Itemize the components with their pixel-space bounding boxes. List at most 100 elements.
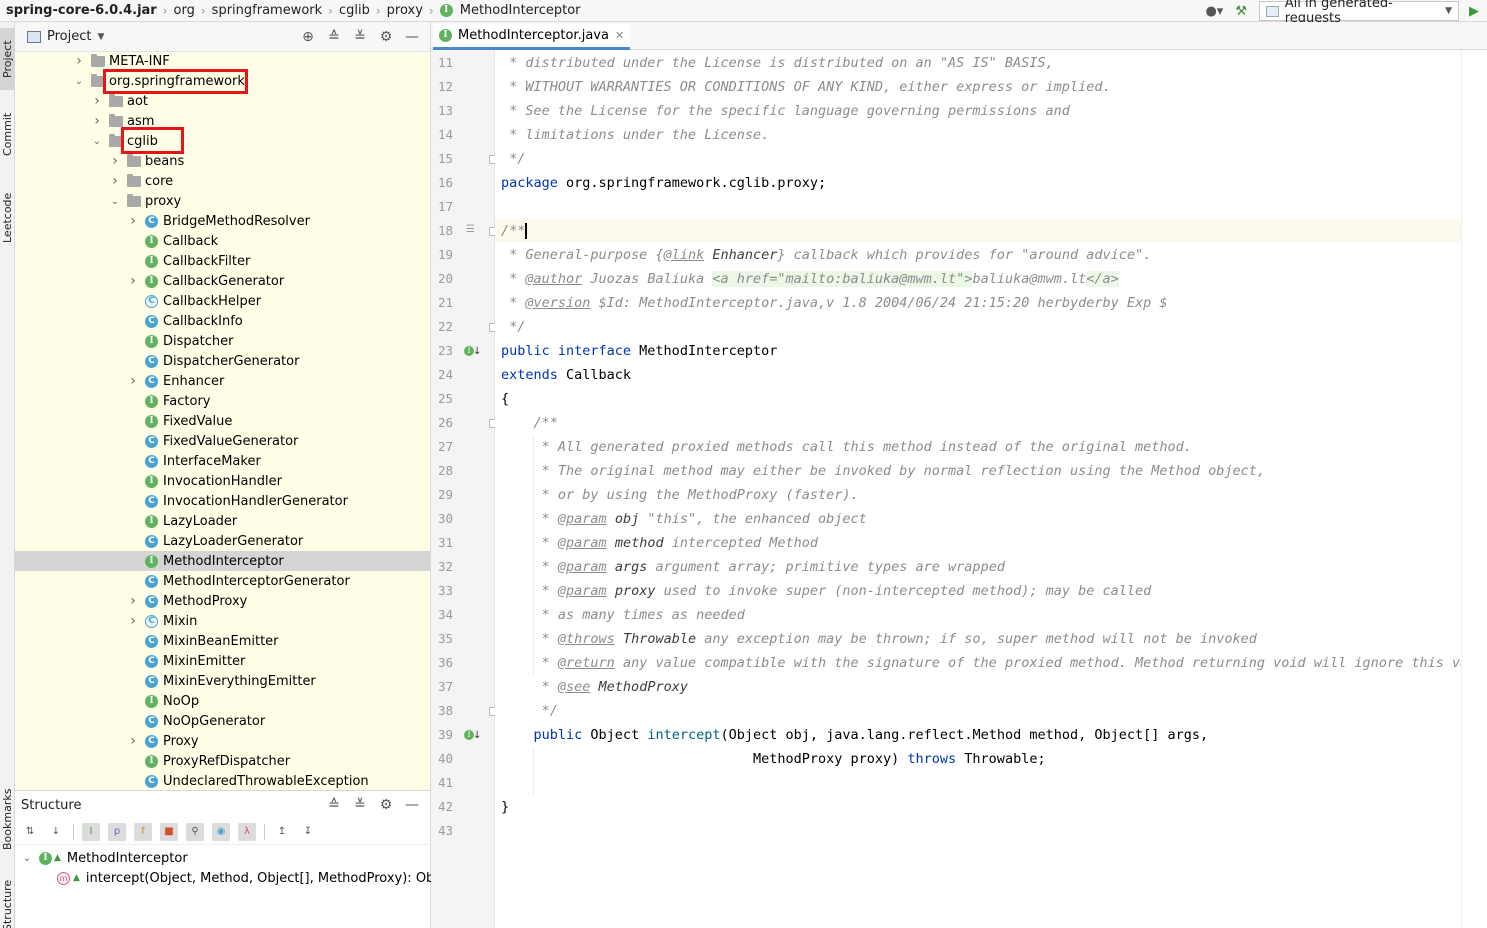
breadcrumb-springframework[interactable]: springframework [208, 3, 326, 18]
locate-target-icon[interactable]: ⊕ [295, 29, 321, 45]
run-configuration-select[interactable]: All in generated-requests ▼ [1259, 0, 1459, 26]
editor-scrollbar[interactable] [1461, 50, 1487, 928]
tree-folder-row[interactable]: › core [15, 171, 430, 191]
sort-by-visibility-icon[interactable]: ↓ [47, 823, 65, 841]
tree-class-row[interactable]: › I CallbackGenerator [15, 271, 430, 291]
tree-class-row[interactable]: › C Proxy [15, 731, 430, 751]
show-non-public-icon[interactable]: ■ [160, 822, 178, 841]
show-properties-icon[interactable]: p [108, 822, 126, 841]
tool-tab-bookmarks[interactable]: Bookmarks [0, 786, 15, 852]
code-editor[interactable]: * distributed under the License is distr… [495, 50, 1461, 928]
chevron-right-icon[interactable]: › [127, 273, 139, 289]
code-line[interactable]: * WITHOUT WARRANTIES OR CONDITIONS OF AN… [501, 75, 1110, 99]
tool-tab-leetcode[interactable]: Leetcode [0, 182, 15, 254]
chevron-down-icon[interactable]: ⌄ [73, 76, 85, 87]
tree-class-row[interactable]: C MixinEmitter [15, 651, 430, 671]
chevron-right-icon[interactable]: › [127, 613, 139, 629]
tree-class-row[interactable]: C CallbackHelper [15, 291, 430, 311]
code-line[interactable]: */ [501, 315, 525, 339]
tree-class-row[interactable]: C UndeclaredThrowableException [15, 771, 430, 790]
show-lambdas-icon[interactable]: λ [238, 822, 256, 841]
breadcrumb-jar[interactable]: spring-core-6.0.4.jar [6, 3, 161, 18]
tree-class-row[interactable]: C LazyLoaderGenerator [15, 531, 430, 551]
code-line[interactable]: * limitations under the License. [501, 123, 769, 147]
code-line[interactable]: * @version $Id: MethodInterceptor.java,v… [501, 291, 1167, 315]
expand-all-icon[interactable]: ≙ [321, 29, 347, 45]
chevron-down-icon[interactable]: ⌄ [21, 853, 33, 864]
tree-folder-row[interactable]: ⌄ proxy [15, 191, 430, 211]
code-line[interactable]: * @throws Throwable any exception may be… [501, 627, 1257, 651]
tree-class-row[interactable]: I Dispatcher [15, 331, 430, 351]
project-panel-title[interactable]: Project [47, 29, 91, 44]
collapse-all-icon[interactable]: ≚ [347, 797, 373, 813]
tree-class-row[interactable]: › C MethodProxy [15, 591, 430, 611]
code-line[interactable]: * @param proxy used to invoke super (non… [501, 579, 1152, 603]
chevron-down-icon[interactable]: ⌄ [91, 136, 103, 147]
minimize-icon[interactable]: — [399, 29, 425, 45]
implemented-by-icon[interactable]: I ↓ [464, 345, 481, 357]
code-line[interactable]: * @param method intercepted Method [501, 531, 818, 555]
show-anonymous-icon[interactable]: ⚲ [186, 822, 204, 841]
tree-class-row[interactable]: I Factory [15, 391, 430, 411]
chevron-right-icon[interactable]: › [109, 173, 121, 189]
structure-member-row[interactable]: m ▲ intercept(Object, Method, Object[], … [57, 868, 458, 888]
close-icon[interactable]: ✕ [615, 29, 624, 42]
tool-tab-structure[interactable]: Structure [0, 879, 15, 928]
code-line[interactable]: } [501, 795, 509, 819]
breadcrumb-org[interactable]: org [170, 3, 199, 18]
code-line[interactable]: * distributed under the License is distr… [501, 51, 1054, 75]
code-line[interactable]: * @param obj "this", the enhanced object [501, 507, 867, 531]
code-line[interactable]: * All generated proxied methods call thi… [501, 435, 1192, 459]
tree-class-row[interactable]: C InterfaceMaker [15, 451, 430, 471]
breadcrumb-proxy[interactable]: proxy [383, 3, 427, 18]
chevron-right-icon[interactable]: › [109, 153, 121, 169]
tree-class-row[interactable]: C MethodInterceptorGenerator [15, 571, 430, 591]
chevron-right-icon[interactable]: › [73, 53, 85, 69]
render-doc-icon[interactable]: ☰ [466, 224, 475, 235]
tree-class-row[interactable]: I Callback [15, 231, 430, 251]
autoscroll-to-source-icon[interactable]: ↥ [273, 823, 291, 841]
code-line[interactable]: public Object intercept(Object obj, java… [501, 723, 1209, 747]
code-line[interactable]: * @param args argument array; primitive … [501, 555, 1005, 579]
tree-class-row[interactable]: C CallbackInfo [15, 311, 430, 331]
code-line[interactable]: { [501, 387, 509, 411]
build-hammer-icon[interactable]: ⚒ [1229, 4, 1253, 19]
code-line[interactable]: * @author Juozas Baliuka <a href="mailto… [501, 267, 1119, 291]
tree-folder-row[interactable]: ⌄ cglib [15, 131, 430, 151]
code-line[interactable]: * The original method may either be invo… [501, 459, 1265, 483]
user-icon[interactable]: ●▾ [1199, 4, 1229, 19]
code-line[interactable]: * General-purpose {@link Enhancer} callb… [501, 243, 1151, 267]
tree-class-row[interactable]: C MixinBeanEmitter [15, 631, 430, 651]
tree-folder-row[interactable]: › aot [15, 91, 430, 111]
tree-folder-row[interactable]: › beans [15, 151, 430, 171]
tool-tab-commit[interactable]: Commit [0, 104, 15, 164]
minimize-icon[interactable]: — [399, 797, 425, 813]
tree-folder-row[interactable]: › META-INF [15, 51, 430, 71]
tree-class-row[interactable]: I LazyLoader [15, 511, 430, 531]
tree-class-row[interactable]: C MixinEverythingEmitter [15, 671, 430, 691]
code-line[interactable]: package org.springframework.cglib.proxy; [501, 171, 826, 195]
breadcrumb-cglib[interactable]: cglib [335, 3, 374, 18]
show-fields-icon[interactable]: f [134, 822, 152, 841]
tree-folder-row[interactable]: › asm [15, 111, 430, 131]
tree-class-row[interactable]: I InvocationHandler [15, 471, 430, 491]
tool-tab-project[interactable]: Project [0, 28, 15, 90]
tree-class-row[interactable]: › C BridgeMethodResolver [15, 211, 430, 231]
chevron-right-icon[interactable]: › [127, 733, 139, 749]
tree-class-row[interactable]: I NoOp [15, 691, 430, 711]
tree-class-row[interactable]: C NoOpGenerator [15, 711, 430, 731]
editor-tab-methodinterceptor[interactable]: I MethodInterceptor.java ✕ [433, 24, 631, 50]
tree-class-row[interactable]: › C Mixin [15, 611, 430, 631]
code-line[interactable]: * @return any value compatible with the … [501, 651, 1461, 675]
chevron-right-icon[interactable]: › [127, 593, 139, 609]
code-line[interactable]: public interface MethodInterceptor [501, 339, 777, 363]
tree-class-row[interactable]: C FixedValueGenerator [15, 431, 430, 451]
tree-class-row[interactable]: I MethodInterceptor [15, 551, 430, 571]
run-icon[interactable]: ▶ [1465, 4, 1487, 19]
code-line[interactable]: /** [501, 411, 558, 435]
gear-icon[interactable]: ⚙ [373, 797, 399, 813]
chevron-right-icon[interactable]: › [91, 93, 103, 109]
collapse-all-icon[interactable]: ≚ [347, 29, 373, 45]
code-line[interactable]: * See the License for the specific langu… [501, 99, 1070, 123]
chevron-down-icon[interactable]: ⌄ [109, 196, 121, 207]
